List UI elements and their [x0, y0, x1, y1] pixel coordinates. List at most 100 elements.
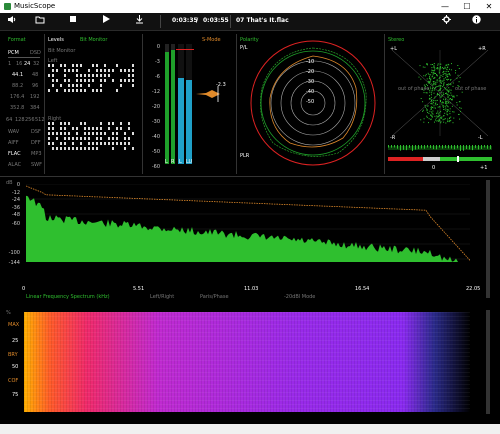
- window-title: MusicScope: [14, 2, 56, 10]
- out-of-phase-left: out of phase: [398, 86, 430, 92]
- meter-label-lu: LU: [186, 159, 193, 165]
- rate-176-4: 176.4: [10, 94, 25, 100]
- meter-scale-tick: 0: [156, 44, 160, 50]
- ring-label-20: -20: [306, 69, 315, 75]
- rate-48: 48: [32, 72, 39, 78]
- total-time: 0:03:55: [203, 17, 229, 24]
- pcm-label: PCM: [8, 50, 19, 56]
- meter-label-r: R: [171, 159, 175, 165]
- container-swf: SWF: [31, 162, 42, 168]
- stop-icon[interactable]: [67, 15, 79, 28]
- status-bar: [0, 424, 500, 434]
- toolbar: 0:03:35 / 0:03:55 07 That's It.flac: [0, 13, 500, 31]
- spectrogram-label-75: 75: [12, 392, 19, 398]
- s-mode-label[interactable]: S-Mode: [202, 37, 221, 43]
- bit-16: 16: [16, 61, 23, 67]
- correlation-indicator: [457, 156, 459, 162]
- maximize-button[interactable]: ☐: [456, 0, 478, 13]
- bit-monitor-tab[interactable]: Bit Monitor: [80, 37, 107, 43]
- out-of-phase-right: out of phase: [455, 86, 487, 92]
- left-peak-bar: [165, 52, 169, 164]
- rate-192: 192: [30, 94, 40, 100]
- dsd-128: 128: [15, 117, 25, 123]
- spectrogram-label-bry: BRY: [8, 352, 18, 358]
- peak-hold-line: [176, 49, 194, 50]
- bit-monitor-sub-label: Bit Monitor: [48, 48, 76, 54]
- stereo-label: Stereo: [388, 37, 405, 43]
- time-separator: /: [196, 17, 199, 24]
- spectrogram-scrollbar[interactable]: [486, 310, 490, 414]
- close-button[interactable]: ✕: [478, 0, 500, 13]
- dsd-label: DSD: [30, 50, 41, 56]
- spectrum-y-tick: -100: [8, 249, 20, 256]
- container-dff: DFF: [31, 140, 41, 146]
- spectrogram-pct-label: %: [6, 310, 11, 316]
- meter-scale-tick: -50: [151, 149, 160, 155]
- stereo-activity-bar: [388, 145, 492, 151]
- correlation-one: +1: [480, 165, 488, 171]
- spectrum-plot: [26, 184, 470, 262]
- left-loudness-bar: [178, 78, 184, 164]
- bit-32: 32: [33, 61, 40, 67]
- export-icon[interactable]: [133, 15, 145, 28]
- track-name: 07 That's It.flac: [236, 17, 289, 24]
- ring-label-10: -10: [306, 59, 315, 65]
- spectrum-x-tick: 0: [22, 286, 26, 292]
- spectrum-y-tick: -36: [11, 204, 20, 211]
- spectrum-x-label: Linear Frequency Spectrum (kHz): [26, 294, 110, 300]
- peak-distribution-plot: [196, 86, 220, 102]
- ring-label-30: -30: [306, 79, 315, 85]
- rate-96: 96: [32, 83, 39, 89]
- dsd-256: 256: [25, 117, 35, 123]
- container-mp3: MP3: [31, 151, 42, 157]
- bit-24: 24: [24, 61, 31, 67]
- polarity-top-label: P/L: [240, 45, 248, 51]
- container-aiff: AIFF: [8, 140, 19, 146]
- rate-352-8: 352.8: [10, 105, 25, 111]
- container-alac: ALAC: [8, 162, 22, 168]
- minimize-button[interactable]: —: [434, 0, 456, 13]
- play-icon[interactable]: [100, 15, 112, 28]
- mode-20dbl[interactable]: -20dBl Mode: [284, 294, 315, 300]
- current-time: 0:03:35: [172, 17, 198, 24]
- rate-384: 384: [30, 105, 40, 111]
- spectrum-x-tick: 22.05: [466, 286, 481, 292]
- spectrum-y-tick: -60: [11, 221, 20, 227]
- right-bit-grid: [48, 122, 134, 150]
- meter-label-l2: L: [179, 159, 182, 165]
- meter-scale-tick: -3: [155, 59, 160, 65]
- meter-scale-tick: -20: [151, 104, 160, 110]
- spectrogram-image: [24, 312, 470, 412]
- folder-icon[interactable]: [34, 15, 46, 28]
- spectrum-x-tick: 5.51: [133, 286, 145, 292]
- levels-label: Levels: [48, 37, 64, 43]
- rate-88-2: 88.2: [12, 83, 24, 89]
- spectrum-x-tick: 16.54: [355, 286, 370, 292]
- speaker-icon[interactable]: [6, 15, 18, 28]
- meter-scale-tick: -60: [151, 164, 160, 170]
- right-loudness-bar: [186, 80, 192, 164]
- spectrum-x-tick: 11.03: [244, 286, 259, 292]
- container-dsf: DSF: [31, 129, 41, 135]
- dsd-512: 512: [35, 117, 45, 123]
- mode-left-right[interactable]: Left/Right: [150, 294, 174, 300]
- spectrum-y-tick: 0: [16, 182, 20, 188]
- ring-label-40: -40: [306, 89, 315, 95]
- spectrum-scrollbar[interactable]: [486, 180, 490, 298]
- app-icon: [4, 3, 11, 10]
- meter-scale-tick: -30: [151, 119, 160, 125]
- format-label: Format: [8, 37, 26, 43]
- info-icon[interactable]: [470, 15, 482, 28]
- settings-icon[interactable]: [440, 15, 452, 28]
- mode-paris-phase[interactable]: Paris/Phase: [200, 294, 229, 300]
- spectrogram-label-50: 50: [12, 364, 19, 370]
- meter-label-l: L: [165, 159, 168, 165]
- spectrogram-label-max: MAX: [8, 322, 20, 328]
- container-wav: WAV: [8, 129, 20, 135]
- left-bit-grid: [48, 64, 134, 92]
- peak-readout: -2.3: [216, 82, 226, 88]
- title-bar: MusicScope — ☐ ✕: [0, 0, 500, 13]
- rate-44-1: 44.1: [12, 72, 24, 78]
- container-flac: FLAC: [8, 151, 21, 157]
- meter-scale-tick: -40: [151, 134, 160, 140]
